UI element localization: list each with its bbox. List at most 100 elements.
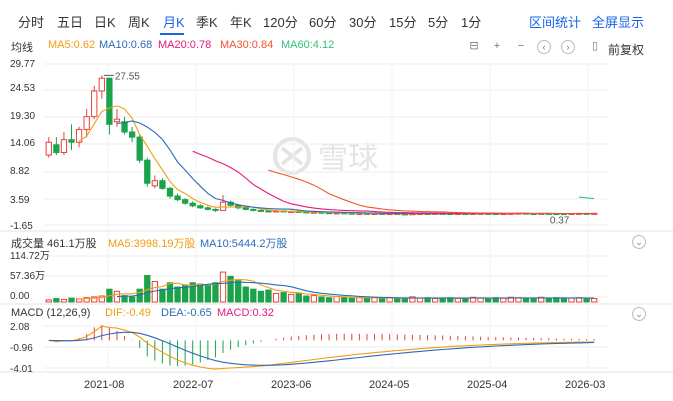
volume-bar	[45, 299, 52, 303]
candle-body	[53, 144, 60, 153]
candle-body	[128, 131, 136, 138]
volume-bar	[68, 297, 75, 303]
candle-body	[189, 202, 196, 207]
volume-bar	[53, 298, 60, 303]
volume-bar	[288, 293, 295, 303]
candle-body	[60, 139, 68, 153]
volume-bar	[401, 298, 408, 303]
volume-bar	[128, 296, 136, 303]
volume-bar	[166, 282, 174, 303]
volume-bar	[212, 282, 219, 303]
macd-label: MACD (12,26,9)	[11, 307, 91, 319]
volume-bar	[219, 271, 227, 303]
candle-body	[136, 136, 143, 161]
volume-ma10-line	[116, 281, 595, 299]
volume-ma10: MA10:5444.2万股	[200, 238, 288, 250]
price-axis-label: 3.59	[10, 195, 30, 206]
kline-chart[interactable]: 29.77 24.53 19.30 14.06 8.82 3.59 -1.65 114.72万…	[0, 0, 673, 401]
volume-bar	[295, 292, 302, 303]
volume-axis-label: 0.00	[10, 291, 30, 302]
volume-bar	[303, 295, 310, 303]
macd-axis-label: 2.08	[10, 322, 30, 333]
x-axis-label: 2024-05	[369, 379, 409, 391]
candle-body	[106, 77, 113, 125]
volume-bar	[568, 297, 575, 303]
volume-bar	[378, 297, 386, 303]
price-axis-label: 24.53	[10, 83, 35, 94]
candle-body	[45, 141, 52, 156]
candle-body	[212, 208, 219, 211]
macd-axis-label: -4.01	[10, 364, 33, 375]
volume-bar	[439, 297, 446, 303]
volume-bar	[280, 292, 287, 303]
collapse-volume-icon[interactable]: ⌄	[632, 235, 646, 249]
candle-body	[197, 205, 204, 209]
ma30-line	[268, 169, 595, 215]
volume-bar	[454, 298, 462, 303]
candle-body	[144, 159, 151, 184]
x-axis-label: 2026-03	[565, 379, 605, 391]
volume-bar	[560, 298, 568, 303]
macd-dea: DEA:-0.65	[161, 307, 212, 319]
volume-bar	[545, 297, 552, 303]
candle-body	[204, 207, 212, 210]
volume-bar	[325, 297, 333, 303]
candle-body	[257, 209, 265, 212]
x-axis-label: 2025-04	[467, 379, 507, 391]
volume-bar	[341, 296, 348, 303]
volume-bar	[310, 295, 318, 303]
volume-bar	[348, 297, 355, 303]
candle-body	[83, 116, 90, 130]
candle-body	[242, 207, 249, 210]
macd-dif: DIF:-0.49	[105, 307, 151, 319]
candle-body	[68, 139, 75, 143]
ma60-line	[579, 196, 595, 200]
collapse-macd-icon[interactable]: ⌄	[632, 307, 646, 321]
volume-bar	[394, 298, 401, 303]
price-axis-label: 19.30	[10, 111, 35, 122]
price-axis-label: -1.65	[10, 221, 33, 232]
candle-body	[113, 118, 121, 123]
volume-bar	[416, 297, 424, 303]
candle-body	[91, 90, 98, 118]
volume-bar	[318, 296, 325, 303]
price-axis-label: 8.82	[10, 166, 30, 177]
volume-ma5: MA5:3998.19万股	[108, 238, 196, 250]
volume-bar	[530, 297, 537, 303]
candle-body	[250, 208, 257, 211]
volume-bar	[583, 297, 590, 303]
candle-body	[159, 180, 166, 189]
macd-axis-label: -0.96	[10, 343, 33, 354]
candle-body	[174, 195, 181, 201]
volume-bar	[174, 286, 181, 303]
candle-body	[219, 201, 227, 211]
volume-bar	[159, 288, 166, 303]
volume-bar	[265, 289, 272, 303]
volume-bar	[75, 298, 83, 303]
candle-body	[151, 180, 158, 187]
volume-bar	[204, 285, 212, 303]
volume-bar	[242, 286, 249, 303]
volume-bar	[250, 288, 257, 303]
volume-axis-label: 114.72万	[10, 251, 50, 262]
ma5-line	[78, 105, 595, 215]
volume-bar	[272, 292, 280, 303]
volume-bar	[333, 295, 340, 303]
price-axis-label: 29.77	[10, 59, 35, 70]
volume-bar	[363, 298, 371, 303]
x-axis-label: 2021-08	[84, 379, 124, 391]
volume-bar	[500, 297, 507, 303]
candle-body	[98, 77, 105, 92]
volume-bar	[591, 298, 598, 303]
volume-bar	[197, 283, 204, 303]
volume-bar	[477, 297, 484, 303]
x-axis-label: 2023-06	[271, 379, 311, 391]
volume-label: 成交量 461.1万股	[11, 238, 97, 250]
volume-bar	[60, 298, 68, 303]
volume-bar	[235, 280, 242, 303]
price-axis-label: 14.06	[10, 138, 35, 149]
low-price-label: 0.37	[550, 216, 570, 227]
volume-bar	[257, 290, 265, 303]
volume-bar	[485, 298, 492, 303]
x-axis-label: 2022-07	[173, 379, 213, 391]
